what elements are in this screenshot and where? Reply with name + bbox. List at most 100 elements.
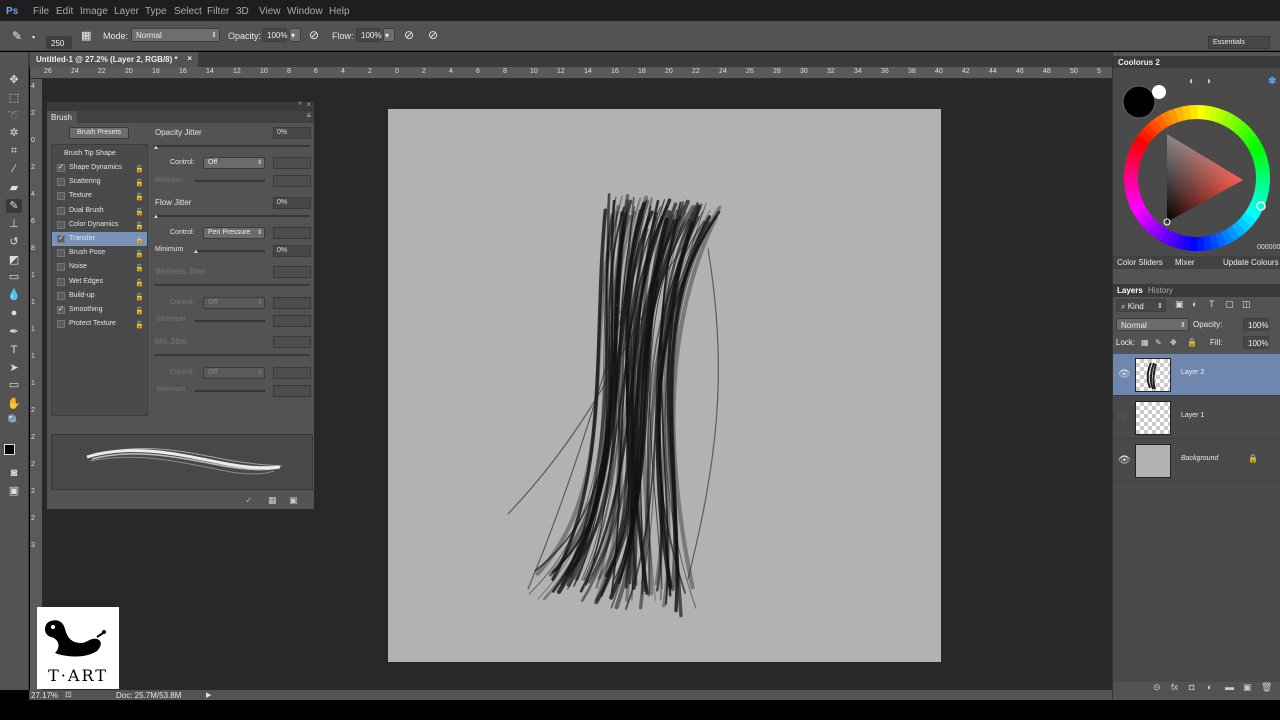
quick-mask-icon[interactable]: ◙ (6, 466, 22, 480)
lock-icon[interactable]: 🔓 (135, 319, 144, 333)
layer-row-layer-2[interactable]: 👁 Layer 2 (1113, 354, 1280, 396)
link-layers-icon[interactable]: ⊝ (1153, 682, 1161, 693)
tab-history[interactable]: History (1148, 286, 1173, 295)
opacity-dropdown[interactable]: ▾ (289, 28, 301, 42)
fx-icon[interactable]: fx (1171, 682, 1178, 692)
grid-icon[interactable]: ▦ (268, 495, 277, 506)
menu-filter[interactable]: Filter (207, 6, 229, 17)
filter-type-icon[interactable]: T (1209, 299, 1215, 309)
checkbox-icon[interactable] (57, 178, 65, 187)
layer-row-layer-1[interactable]: ▢ Layer 1 (1113, 397, 1280, 439)
brush-option-shape-dynamics[interactable]: ✓ Shape Dynamics 🔓 (52, 161, 147, 175)
tool-preset-arrow-icon[interactable]: ▾ (32, 32, 35, 44)
brush-option-build-up[interactable]: Build-up 🔓 (52, 289, 147, 303)
lock-all-icon[interactable]: 🔒 (1187, 338, 1197, 347)
layer-opacity-field[interactable]: 100% (1243, 318, 1269, 331)
brush-option-wet-edges[interactable]: Wet Edges 🔓 (52, 275, 147, 289)
flow-minimum-slider[interactable] (195, 250, 265, 252)
visibility-eye-icon[interactable]: 👁 (1118, 369, 1131, 380)
menu-edit[interactable]: Edit (56, 6, 73, 17)
brush-size-picker[interactable]: 250 (46, 36, 72, 49)
menu-type[interactable]: Type (145, 6, 167, 17)
flow-jitter-slider[interactable] (154, 215, 310, 217)
fill-field[interactable]: 100% (1243, 336, 1269, 349)
blur-tool-icon[interactable]: 💧 (6, 288, 22, 302)
close-icon[interactable]: × (306, 100, 311, 109)
path-select-tool-icon[interactable]: ➤ (6, 361, 22, 375)
new-layer-icon[interactable]: ▣ (1243, 682, 1252, 693)
filter-smart-icon[interactable]: ◫ (1242, 299, 1251, 310)
zoom-tool-icon[interactable]: 🔍 (6, 414, 22, 428)
delete-layer-icon[interactable]: 🗑 (1261, 682, 1272, 693)
menu-view[interactable]: View (259, 6, 281, 17)
menu-file[interactable]: File (33, 6, 49, 17)
brush-panel-header[interactable]: «× (47, 100, 314, 111)
checkbox-icon[interactable] (57, 192, 65, 201)
flow-jitter-field[interactable]: 0% (273, 197, 311, 209)
tab-layers[interactable]: Layers (1117, 286, 1143, 295)
menu-image[interactable]: Image (80, 6, 108, 17)
airbrush-icon[interactable]: ⊘ (404, 29, 414, 41)
checkbox-icon[interactable] (57, 249, 65, 258)
layer-name[interactable]: Layer 1 (1181, 412, 1204, 419)
layer-name[interactable]: Background (1181, 455, 1218, 462)
pressure-size-icon[interactable]: ⊘ (428, 29, 438, 41)
quick-select-tool-icon[interactable]: ✲ (6, 126, 22, 140)
gradient-tool-icon[interactable]: ▭ (6, 270, 22, 284)
new-preset-icon[interactable]: ▣ (289, 495, 298, 506)
foreground-color-swatch[interactable] (4, 444, 15, 455)
add-mask-icon[interactable]: ◘ (1189, 682, 1194, 692)
healing-tool-icon[interactable]: ▰ (6, 181, 22, 195)
move-tool-icon[interactable]: ✥ (6, 73, 22, 87)
menu-window[interactable]: Window (287, 6, 323, 17)
opacity-jitter-slider[interactable] (154, 145, 310, 147)
menu-help[interactable]: Help (329, 6, 350, 17)
workspace-switcher[interactable]: Essentials (1208, 36, 1270, 49)
hand-tool-icon[interactable]: ✋ (6, 397, 22, 411)
brush-tool-icon[interactable]: ✎ (6, 199, 22, 213)
opacity-jitter-field[interactable]: 0% (273, 127, 311, 139)
lock-image-icon[interactable]: ✎ (1155, 338, 1162, 347)
brush-presets-button[interactable]: Brush Presets (69, 127, 129, 139)
update-colours-button[interactable]: Update Colours (1223, 258, 1279, 267)
brush-option-noise[interactable]: Noise 🔓 (52, 260, 147, 274)
tab-brush[interactable]: Brush (47, 111, 77, 123)
brush-option-scattering[interactable]: Scattering 🔓 (52, 175, 147, 189)
visibility-toggle-icon[interactable]: ▢ (1118, 412, 1126, 421)
eraser-tool-icon[interactable]: ◩ (6, 253, 22, 267)
brush-option-texture[interactable]: Texture 🔓 (52, 189, 147, 203)
visibility-eye-icon[interactable]: 👁 (1118, 455, 1131, 466)
opacity-field[interactable]: 100% (262, 28, 287, 42)
filter-adjustment-icon[interactable]: ◐ (1192, 299, 1197, 309)
filter-pixel-icon[interactable]: ▣ (1175, 299, 1184, 310)
checkbox-checked-icon[interactable]: ✓ (57, 306, 65, 314)
settings-icon[interactable]: ✽ (1268, 76, 1276, 87)
menu-3d[interactable]: 3D (236, 6, 249, 17)
checkbox-icon[interactable] (57, 220, 65, 229)
flow-control-dropdown[interactable]: Pen Pressure ⇕ (203, 227, 265, 239)
checkbox-checked-icon[interactable]: ✓ (57, 235, 65, 243)
layer-row-background[interactable]: 👁 Background 🔒 (1113, 440, 1280, 482)
checkbox-icon[interactable] (57, 277, 65, 286)
layer-name[interactable]: Layer 2 (1181, 369, 1204, 376)
tab-mixer[interactable]: Mixer (1175, 258, 1195, 267)
adjustment-layer-icon[interactable]: ◐ (1207, 682, 1212, 692)
brush-option-color-dynamics[interactable]: Color Dynamics 🔓 (52, 218, 147, 232)
menu-layer[interactable]: Layer (114, 6, 139, 17)
brush-tool-icon[interactable]: ✎ (12, 30, 22, 42)
document-canvas[interactable] (388, 109, 941, 662)
checkbox-icon[interactable] (57, 320, 65, 329)
lock-transparent-icon[interactable]: ▦ (1141, 338, 1149, 347)
color-wheel-graphic[interactable] (1113, 68, 1280, 256)
brightness-dial-icon[interactable]: ◐ (1189, 76, 1195, 87)
collapse-icon[interactable]: « (298, 100, 302, 107)
eyedropper-tool-icon[interactable]: ⁄ (6, 162, 22, 176)
checkbox-icon[interactable] (57, 263, 65, 272)
saturation-dial-icon[interactable]: ◑ (1205, 76, 1211, 87)
clone-stamp-tool-icon[interactable]: ⊥ (6, 217, 22, 231)
zoom-level[interactable]: 27.17% (31, 691, 58, 700)
checkbox-icon[interactable] (57, 206, 65, 215)
shape-tool-icon[interactable]: ▭ (6, 378, 22, 392)
document-tab[interactable]: Untitled-1 @ 27.2% (Layer 2, RGB/8) * × (30, 52, 198, 67)
opacity-control-dropdown[interactable]: Off ⇕ (203, 157, 265, 169)
